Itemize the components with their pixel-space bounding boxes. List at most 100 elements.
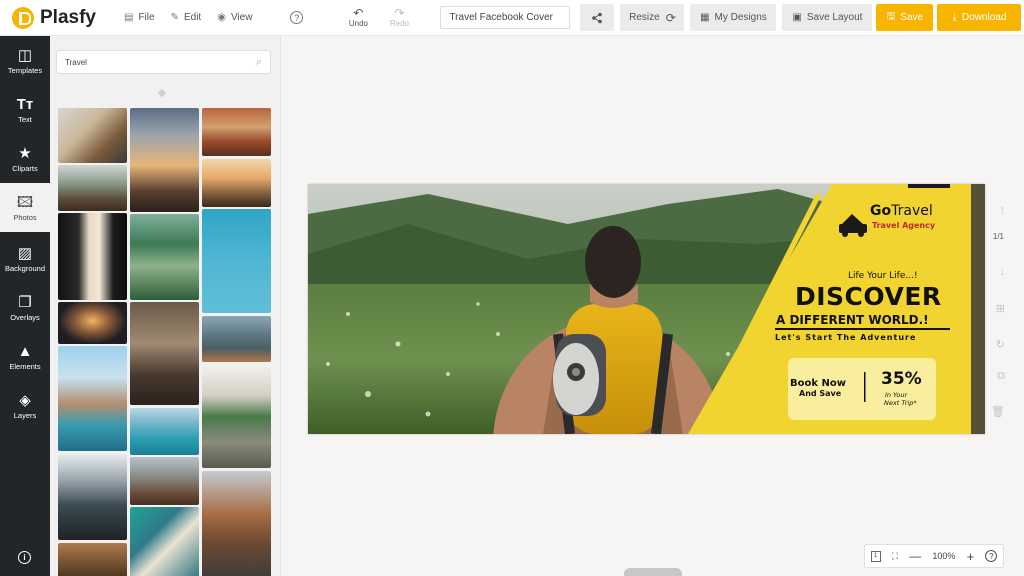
layout-icon: ▣ [792,12,802,23]
photo-thumbnail[interactable] [202,365,271,468]
photo-thumbnail[interactable] [130,302,199,405]
zoom-out-icon[interactable]: — [909,549,921,563]
photo-thumbnail[interactable] [58,108,127,163]
photo-thumbnail[interactable] [202,471,271,576]
headline: DISCOVER [795,282,942,311]
sidebar-item-label: Templates [7,65,43,75]
download-button[interactable]: ⤓ Download [937,4,1022,31]
help-icon[interactable]: ? [985,550,998,562]
photo-thumbnail[interactable] [130,108,199,212]
sidebar-item-label: Overlays [10,312,40,322]
book-now-line: Book Now [790,378,846,389]
refresh-icon: ⟳ [665,10,676,25]
photo-thumbnail[interactable] [58,165,127,211]
resize-label: Resize [629,12,660,23]
help-icon[interactable]: ? [290,11,304,24]
search-icon[interactable]: ⌕ [256,56,262,69]
photo-search-input[interactable]: Travel ⌕ [56,50,271,74]
rotate-icon[interactable]: ↻ [996,338,1005,351]
photo-thumbnail[interactable] [202,108,271,156]
fit-screen-icon[interactable]: ⛶ [892,551,898,562]
photo-thumbnail[interactable] [58,454,127,540]
photo-thumbnail[interactable] [58,302,127,344]
edit-menu-label: Edit [183,12,202,23]
scroll-up-indicator[interactable] [157,88,167,98]
sidebar-item-templates[interactable]: ◫ Templates [0,36,50,85]
app-name: Plasfy [40,6,96,28]
my-designs-button[interactable]: ▦ My Designs [690,4,777,31]
file-menu-label: File [138,12,155,23]
sidebar-item-layers[interactable]: ◈ Layers [0,381,50,430]
share-button[interactable] [580,4,615,31]
sidebar-item-label: Layers [13,410,37,420]
discount-note-1: In Your [885,391,908,399]
tagline: Life Your Life...! [848,271,918,281]
sidebar-item-photos[interactable]: 🖾 Photos [0,183,50,232]
photo-thumbnail[interactable] [202,316,271,362]
trash-icon[interactable]: 🗑 [991,405,1005,418]
move-up-icon[interactable]: ↑ [1000,204,1006,216]
photo-thumbnail[interactable] [202,209,271,313]
redo-icon: ↷ [394,6,405,20]
background-icon: ▨ [17,244,33,262]
sidebar-nav: ◫ Templates Tт Text ★ Cliparts 🖾 Photos … [0,36,50,576]
app-logo[interactable]: Plasfy [12,6,112,29]
add-page-icon[interactable]: ⊞ [996,302,1005,315]
photo-thumbnail[interactable] [58,213,127,300]
view-menu[interactable]: ◉ View [217,12,252,23]
photo-thumbnail[interactable] [58,543,127,576]
duplicate-icon[interactable]: ⧉ [997,370,1005,383]
elements-icon: ▲ [17,342,33,360]
pencil-icon: ✎ [170,12,179,23]
text-icon: Tт [16,95,34,113]
sidebar-item-label: Photos [13,212,37,222]
undo-label: Undo [348,19,368,28]
my-designs-label: My Designs [714,12,767,23]
download-label: Download [961,12,1007,23]
redo-button[interactable]: ↷ Redo [386,7,412,28]
and-save-line: And Save [799,389,842,398]
page-strip-toggle[interactable] [624,568,682,576]
sidebar-item-elements[interactable]: ▲ Elements [0,332,50,381]
page-icon[interactable]: 1 [870,550,881,562]
sidebar-item-label: Cliparts [12,163,38,173]
undo-button[interactable]: ↶ Undo [345,7,371,28]
brand-name: GoTravel [870,203,933,219]
overlays-icon: ❐ [18,293,32,311]
sidebar-item-text[interactable]: Tт Text [0,85,50,134]
move-down-icon[interactable]: ↓ [1000,266,1006,278]
photo-thumbnail[interactable] [58,346,127,451]
save-icon: 🖫 [886,11,896,22]
discount-note-2: Next Trip* [884,399,917,407]
zoom-level: 100% [932,551,956,561]
brand-name-light: Travel [891,203,933,219]
resize-button[interactable]: Resize ⟳ [620,4,685,31]
share-icon [592,12,603,23]
sidebar-item-cliparts[interactable]: ★ Cliparts [0,134,50,183]
photo-thumbnail[interactable] [130,214,199,300]
sidebar-item-label: Text [18,114,32,124]
photo-thumbnail[interactable] [130,507,199,576]
file-menu[interactable]: ▤ File [124,12,155,23]
canvas-area: GoTravel Travel Agency Life Your Life...… [281,36,1024,576]
sidebar-item-background[interactable]: ▨ Background [0,234,50,283]
save-layout-button[interactable]: ▣ Save Layout [782,4,873,31]
sidebar-item-overlays[interactable]: ❐ Overlays [0,283,50,332]
photo-thumbnail[interactable] [130,408,199,455]
undo-icon: ↶ [353,6,364,20]
info-icon[interactable]: i [18,551,31,564]
photo-thumbnail[interactable] [202,159,271,207]
save-button[interactable]: 🖫 Save [876,4,934,31]
download-icon: ⤓ [952,12,957,23]
design-title-input[interactable]: Travel Facebook Cover [440,6,571,29]
photo-thumbnail[interactable] [130,457,199,505]
edit-menu[interactable]: ✎ Edit [171,12,202,23]
view-menu-label: View [230,12,253,23]
facebook-cover-design[interactable]: GoTravel Travel Agency Life Your Life...… [308,184,985,434]
photo-icon: 🖾 [16,193,34,211]
discount-value: 35% [881,369,922,389]
subheadline: A DIFFERENT WORLD.! [776,313,929,327]
templates-icon: ◫ [17,46,33,64]
file-icon: ▤ [124,12,134,23]
zoom-in-icon[interactable]: + [967,549,975,564]
